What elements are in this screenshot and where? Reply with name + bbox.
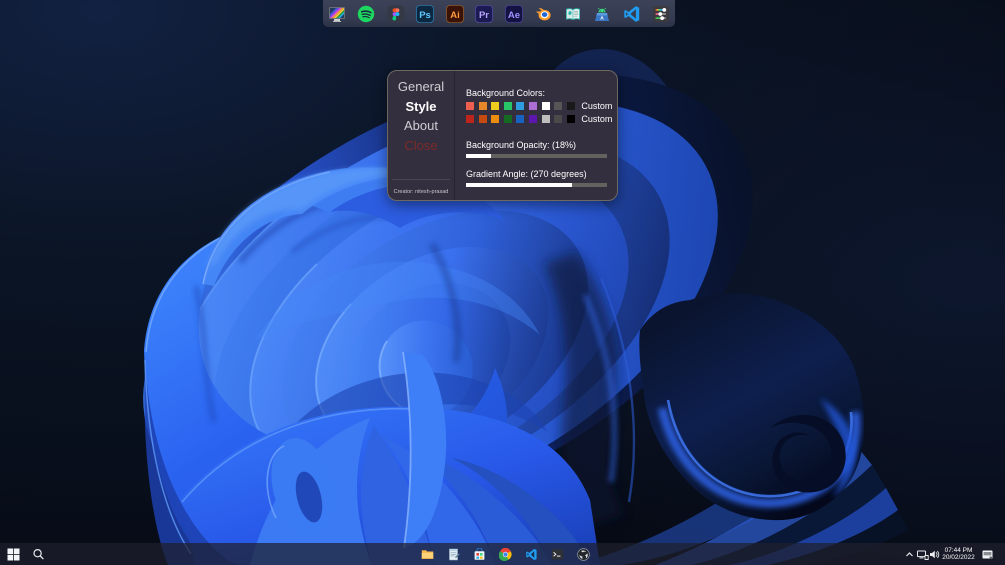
svg-text:Ai: Ai <box>450 9 460 20</box>
svg-text:Ae: Ae <box>508 9 520 20</box>
svg-text:Pr: Pr <box>479 9 489 20</box>
svg-text:Ps: Ps <box>420 9 432 20</box>
